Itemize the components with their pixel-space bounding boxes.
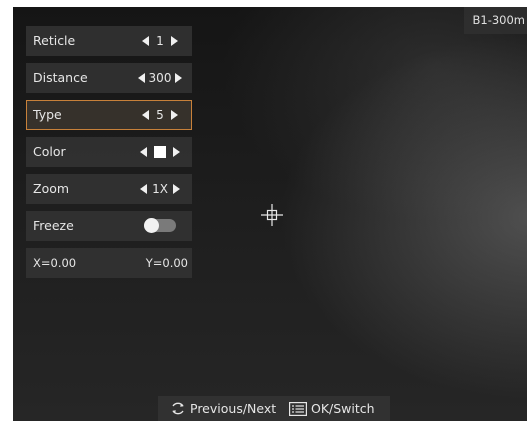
menu-row-freeze[interactable]: Freeze — [26, 211, 192, 241]
profile-badge: B1-300m — [464, 7, 527, 34]
arrow-left-icon[interactable] — [142, 109, 150, 120]
menu-row-reticle[interactable]: Reticle 1 — [26, 26, 192, 56]
reticle-label: Reticle — [33, 33, 76, 48]
freeze-label: Freeze — [33, 218, 74, 233]
reticle-value-stepper[interactable]: 1 — [131, 26, 189, 56]
arrow-right-icon[interactable] — [172, 183, 180, 194]
arrow-left-icon[interactable] — [140, 183, 148, 194]
freeze-toggle[interactable] — [144, 218, 176, 233]
arrow-right-icon[interactable] — [175, 72, 183, 83]
reticle-menu: Reticle 1 Distance 300 Type 5 Color Zoom — [26, 26, 192, 285]
thermal-view: B1-300m Reticle 1 Distance 300 Type 5 Co… — [13, 7, 527, 421]
color-value-stepper[interactable] — [131, 137, 189, 167]
menu-row-type[interactable]: Type 5 — [26, 100, 192, 130]
crosshair-reticle-icon — [261, 204, 283, 226]
menu-row-color[interactable]: Color — [26, 137, 192, 167]
menu-row-zoom[interactable]: Zoom 1X — [26, 174, 192, 204]
type-value: 5 — [156, 108, 164, 122]
arrow-left-icon[interactable] — [142, 35, 150, 46]
arrow-left-icon[interactable] — [140, 146, 147, 157]
color-label: Color — [33, 144, 66, 159]
rotate-icon — [172, 402, 184, 415]
arrow-left-icon[interactable] — [137, 72, 145, 83]
menu-row-distance[interactable]: Distance 300 — [26, 63, 192, 93]
menu-list-icon — [289, 402, 307, 416]
zoom-value-stepper[interactable]: 1X — [131, 174, 189, 204]
distance-value: 300 — [148, 71, 172, 85]
y-coordinate: Y=0.00 — [145, 256, 188, 270]
zoom-value: 1X — [152, 182, 168, 196]
distance-value-stepper[interactable]: 300 — [131, 63, 189, 93]
hint-ok-switch-label: OK/Switch — [311, 401, 375, 416]
arrow-right-icon[interactable] — [173, 146, 180, 157]
arrow-right-icon[interactable] — [170, 35, 178, 46]
hint-bar: Previous/Next OK/Switch — [158, 396, 390, 421]
x-coordinate: X=0.00 — [33, 256, 77, 270]
color-swatch — [154, 145, 166, 158]
type-label: Type — [33, 107, 62, 122]
reticle-value: 1 — [156, 34, 164, 48]
arrow-right-icon[interactable] — [170, 109, 178, 120]
distance-label: Distance — [33, 70, 88, 85]
hint-prev-next-label: Previous/Next — [190, 401, 277, 416]
menu-row-coordinates: X=0.00 Y=0.00 — [26, 248, 192, 278]
toggle-knob — [144, 218, 159, 233]
zoom-label: Zoom — [33, 181, 70, 196]
type-value-stepper[interactable]: 5 — [131, 101, 189, 129]
